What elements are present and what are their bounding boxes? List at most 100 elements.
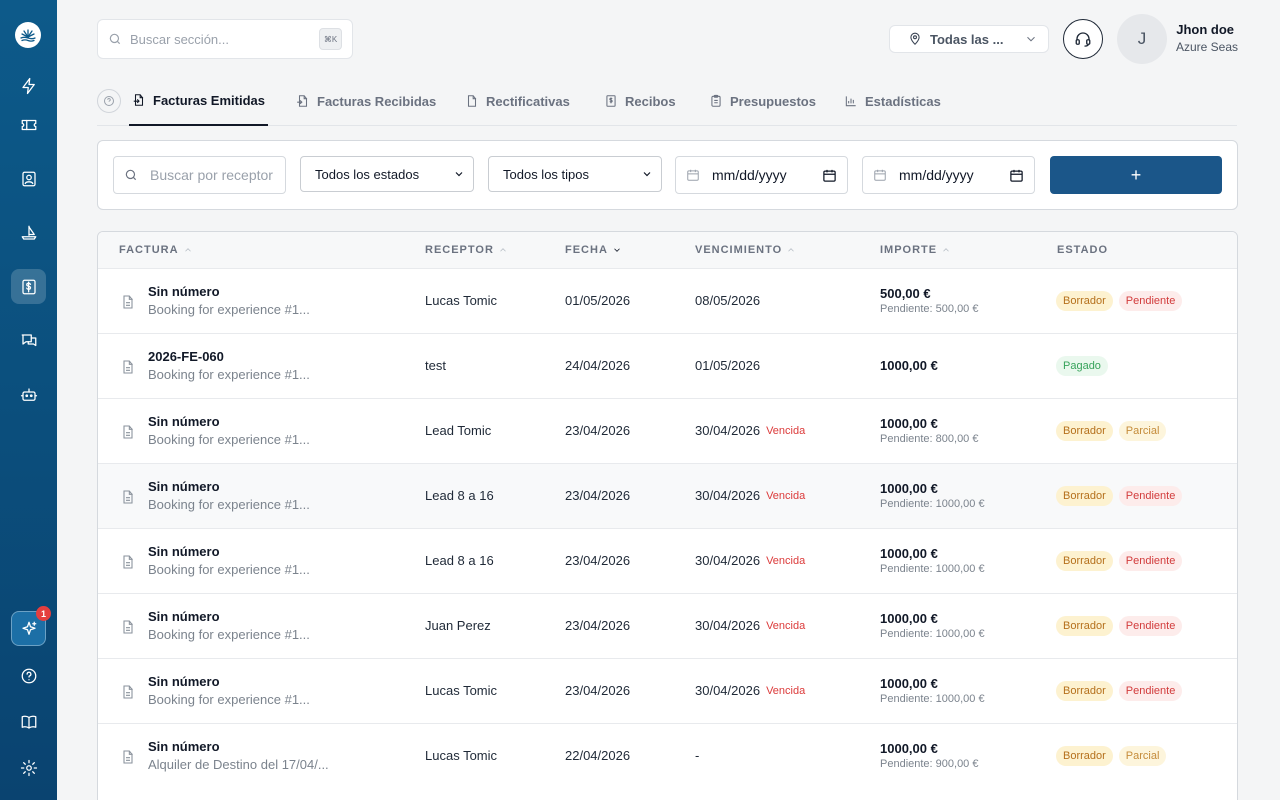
table-row[interactable]: 2026-FE-060 Booking for experience #1... t… — [98, 333, 1237, 398]
invoice-receptor: Lucas Tomic — [425, 683, 498, 698]
table-row[interactable]: Sin número Booking for experience #1... Le… — [98, 463, 1237, 528]
search-icon — [109, 33, 121, 45]
column-fecha[interactable]: FECHA — [565, 244, 622, 256]
column-factura[interactable]: FACTURA — [119, 244, 193, 256]
overdue-label: Vencida — [766, 554, 806, 567]
due-date-value: 30/04/2026 — [695, 618, 761, 633]
invoice-pending-amount: Pendiente: 1000,00 € — [880, 563, 985, 575]
document-icon — [120, 488, 136, 506]
calendar-picker-icon[interactable] — [1009, 168, 1024, 183]
table-row[interactable]: Sin número Booking for experience #1... Lu… — [98, 268, 1237, 333]
column-label: VENCIMIENTO — [695, 244, 783, 256]
gear-icon — [20, 759, 37, 776]
tab-rectificativas[interactable]: Rectificativas — [465, 86, 570, 126]
tab-facturas-emitidas[interactable]: Facturas Emitidas — [129, 86, 268, 126]
invoice-icon — [21, 279, 36, 294]
bar-chart-icon — [845, 96, 856, 107]
invoice-date: 01/05/2026 — [565, 293, 631, 308]
tab-label: Recibos — [625, 93, 676, 109]
sort-down-icon — [614, 248, 620, 252]
calendar-icon — [687, 169, 699, 181]
sidebar-item-chat[interactable] — [11, 323, 46, 358]
invoice-date: 23/04/2026 — [565, 423, 631, 438]
column-importe[interactable]: IMPORTE — [880, 244, 951, 256]
tabs-help-button[interactable] — [97, 89, 121, 113]
date-from-input[interactable]: mm/dd/yyyy — [675, 156, 848, 194]
invoice-amount: 1000,00 € — [880, 358, 938, 373]
invoice-receptor: Lead 8 a 16 — [425, 488, 494, 503]
column-receptor[interactable]: RECEPTOR — [425, 244, 508, 256]
receptor-search-input[interactable] — [150, 167, 275, 183]
status-badge: Borrador — [1056, 551, 1113, 571]
invoice-due-date: 01/05/2026 — [695, 358, 760, 373]
table-row[interactable]: Sin número Booking for experience #1... Le… — [98, 398, 1237, 463]
invoice-description: Booking for experience #1... — [148, 627, 310, 642]
sidebar-item-contacts[interactable] — [11, 161, 46, 196]
avatar[interactable]: J — [1117, 14, 1167, 64]
search-icon — [125, 169, 137, 181]
invoice-pending-amount: Pendiente: 1000,00 € — [880, 628, 985, 640]
file-import-icon — [297, 95, 308, 107]
invoice-receptor: Lucas Tomic — [425, 748, 498, 763]
column-vencimiento[interactable]: VENCIMIENTO — [695, 244, 796, 256]
sidebar-item-docs[interactable] — [11, 704, 46, 739]
sidebar-item-invoices[interactable] — [11, 269, 46, 304]
tab-facturas-recibidas[interactable]: Facturas Recibidas — [296, 86, 436, 126]
invoice-date: 23/04/2026 — [565, 683, 631, 698]
sidebar-item-boat[interactable] — [11, 215, 46, 250]
tab-recibos[interactable]: Recibos — [604, 86, 676, 126]
support-button[interactable] — [1063, 19, 1103, 59]
invoice-description: Alquiler de Destino del 17/04/... — [148, 757, 329, 772]
section-search[interactable]: Buscar sección... ⌘K — [97, 19, 353, 59]
sidebar-item-settings[interactable] — [11, 750, 46, 785]
table-row[interactable]: Sin número Booking for experience #1... Le… — [98, 528, 1237, 593]
calendar-picker-icon[interactable] — [822, 168, 837, 183]
location-label: Todas las ... — [930, 31, 1004, 47]
receptor-search[interactable] — [113, 156, 286, 194]
table-row[interactable]: Sin número Booking for experience #1... Ju… — [98, 593, 1237, 658]
document-icon — [120, 683, 136, 701]
status-badge: Pendiente — [1118, 616, 1183, 636]
sidebar-item-bot[interactable] — [11, 377, 46, 412]
invoice-tabs: Facturas Emitidas Facturas Recibidas Rec… — [97, 86, 1237, 126]
help-icon — [104, 96, 114, 106]
invoice-number: 2026-FE-060 — [148, 349, 224, 364]
date-to-input[interactable]: mm/dd/yyyy — [862, 156, 1035, 194]
invoice-number: Sin número — [148, 479, 220, 494]
invoice-date: 22/04/2026 — [565, 748, 631, 763]
invoice-status: Borrador Pendiente — [1056, 291, 1183, 311]
tab-estadisticas[interactable]: Estadísticas — [844, 86, 941, 126]
bot-icon — [20, 387, 37, 401]
due-date-value: - — [695, 748, 700, 763]
invoice-description: Booking for experience #1... — [148, 692, 310, 707]
status-select[interactable]: Todos los estados — [300, 156, 474, 192]
sidebar-item-ai-assistant[interactable]: 1 — [11, 606, 51, 646]
tab-label: Presupuestos — [730, 93, 816, 109]
sort-up-icon — [943, 248, 949, 252]
type-select[interactable]: Todos los tipos — [488, 156, 662, 192]
clipboard-icon — [711, 94, 721, 107]
invoice-receptor: Lead Tomic — [425, 423, 492, 438]
chevron-down-icon — [643, 172, 651, 177]
sidebar-item-help[interactable] — [11, 658, 46, 693]
sidebar-item-ticket[interactable] — [11, 107, 46, 142]
add-invoice-button[interactable]: + — [1050, 156, 1222, 194]
invoice-status: Borrador Pendiente — [1056, 616, 1183, 636]
help-icon — [21, 668, 36, 683]
invoice-date: 23/04/2026 — [565, 488, 631, 503]
document-icon — [120, 358, 136, 376]
map-pin-icon — [910, 32, 920, 45]
tab-presupuestos[interactable]: Presupuestos — [709, 86, 816, 126]
table-row[interactable]: Sin número Booking for experience #1... Lu… — [98, 658, 1237, 723]
app-logo-icon[interactable] — [15, 22, 41, 48]
invoice-receptor: Lucas Tomic — [425, 293, 498, 308]
location-selector[interactable]: Todas las ... — [889, 25, 1049, 53]
sidebar-item-bolt[interactable] — [11, 68, 46, 103]
column-label: RECEPTOR — [425, 244, 494, 256]
invoice-receptor: test — [425, 358, 446, 373]
due-date-value: 30/04/2026 — [695, 488, 761, 503]
invoice-date: 24/04/2026 — [565, 358, 631, 373]
invoice-pending-amount: Pendiente: 1000,00 € — [880, 498, 985, 510]
table-row[interactable]: Sin número Alquiler de Destino del 17/04/… — [98, 723, 1237, 788]
sort-up-icon — [500, 248, 506, 252]
